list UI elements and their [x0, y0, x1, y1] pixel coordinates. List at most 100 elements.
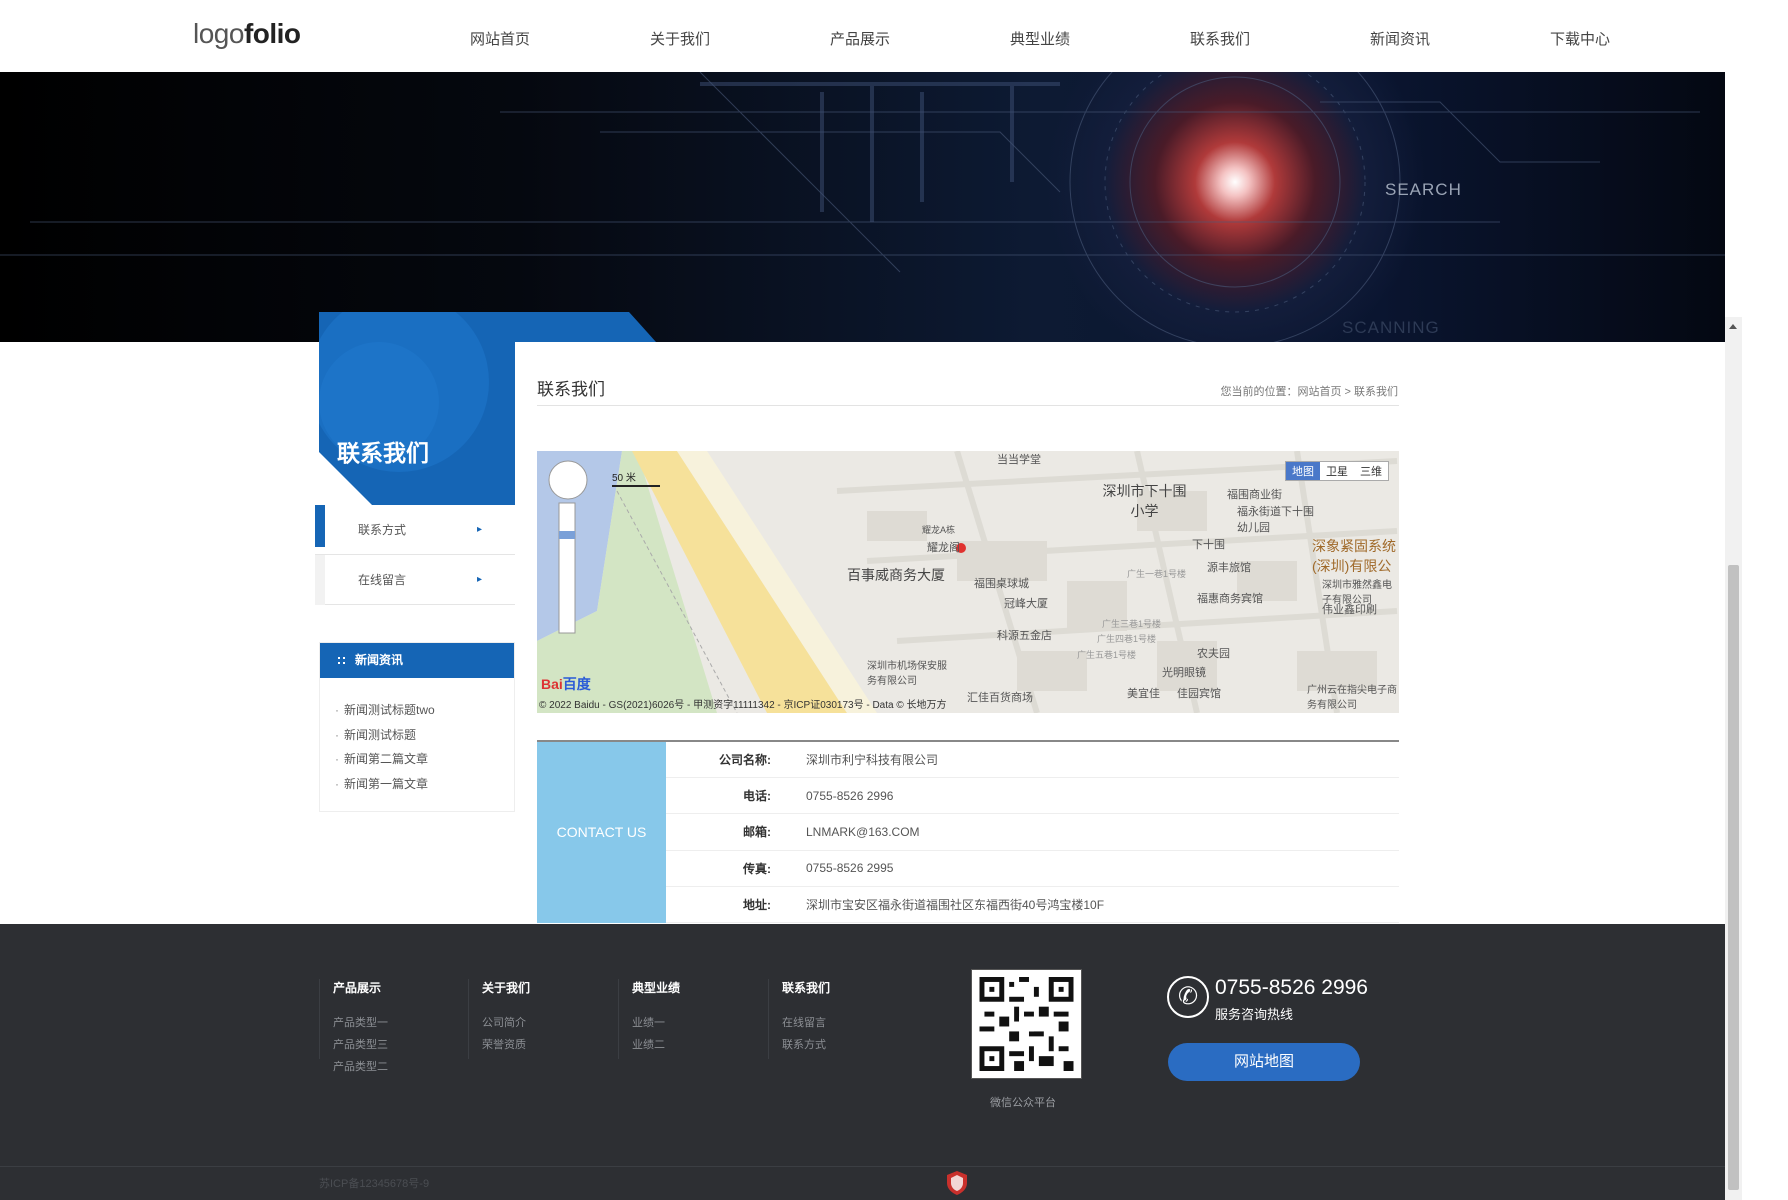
footer-divider — [468, 979, 469, 1059]
sidebar-panel-art — [319, 312, 489, 508]
contact-key: 公司名称: — [719, 753, 771, 768]
footer-col-cases: 典型业绩 业绩一 业绩二 — [632, 979, 680, 1056]
map-label: 广州云在指尖电子商务有限公司 — [1307, 685, 1397, 711]
logo-text-light: logo — [193, 18, 244, 49]
footer-link[interactable]: 产品类型一 — [333, 1012, 388, 1034]
footer-link[interactable]: 产品类型二 — [333, 1056, 388, 1078]
icp-license[interactable]: 苏ICP备12345678号-9 — [319, 1175, 429, 1191]
map-label: 耀龙A栋 — [922, 525, 956, 535]
phone-icon: ✆ — [1167, 976, 1209, 1018]
banner-search-text: SEARCH — [1385, 180, 1462, 199]
site-footer: 产品展示 产品类型一 产品类型三 产品类型二 关于我们 公司简介 荣誉资质 典型… — [0, 924, 1725, 1200]
map-label: 深象紧固系统(深圳)有限公 — [1312, 538, 1396, 574]
scroll-up-icon[interactable] — [1729, 324, 1737, 329]
map-label: 广生五巷1号楼 — [1077, 650, 1137, 660]
map-type-3d[interactable]: 三维 — [1354, 462, 1388, 480]
contact-value: 深圳市宝安区福永街道福围社区东福西街40号鸿宝楼10F — [806, 897, 1105, 912]
map-scale: 50 米 — [612, 473, 636, 484]
news-item[interactable]: 新闻测试标题 — [335, 723, 514, 748]
main-nav: 网站首页 关于我们 产品展示 典型业绩 联系我们 新闻资讯 下载中心 — [438, 0, 1698, 72]
chevron-right-icon: ▸ — [476, 574, 482, 585]
contact-value: 0755-8526 2996 — [806, 788, 894, 803]
active-indicator — [315, 505, 325, 547]
sidebar-title-panel — [319, 312, 515, 508]
baidu-map[interactable]: 50 米 地图 卫星 三维 当当学堂 深圳市下十围小学 福围商业街 福永街道下十… — [537, 451, 1399, 713]
map-label: 深圳市下十围小学 — [1102, 483, 1187, 519]
site-header: logofolio 网站首页 关于我们 产品展示 典型业绩 联系我们 新闻资讯 … — [0, 0, 1725, 72]
map-label: 冠峰大厦 — [1004, 598, 1048, 610]
footer-link[interactable]: 联系方式 — [782, 1034, 830, 1056]
map-label: 广生三巷1号楼 — [1102, 619, 1162, 629]
nav-news[interactable]: 新闻资讯 — [1338, 0, 1518, 72]
nav-download[interactable]: 下载中心 — [1518, 0, 1698, 72]
scrollbar-thumb[interactable] — [1728, 565, 1739, 1190]
sidebar-item-label: 在线留言 — [358, 573, 407, 587]
map-label: 福永街道下十围幼儿园 — [1237, 506, 1314, 534]
nav-about[interactable]: 关于我们 — [618, 0, 798, 72]
footer-link[interactable]: 业绩二 — [632, 1034, 680, 1056]
news-item[interactable]: 新闻第二篇文章 — [335, 747, 514, 772]
footer-col-title[interactable]: 产品展示 — [333, 979, 388, 996]
map-label: 百事威商务大厦 — [847, 567, 945, 583]
contact-row-fax: 传真: 0755-8526 2995 — [666, 851, 1399, 887]
map-type-switcher: 地图 卫星 三维 — [1285, 461, 1389, 481]
sidebar-item-contact-info[interactable]: 联系方式 ▸ — [315, 505, 515, 555]
page-scrollbar[interactable] — [1725, 317, 1742, 1200]
nav-products[interactable]: 产品展示 — [798, 0, 978, 72]
news-box-title: 新闻资讯 — [355, 653, 404, 667]
map-label: 源丰旅馆 — [1207, 562, 1251, 574]
sidebar-item-message[interactable]: 在线留言 ▸ — [315, 555, 515, 605]
footer-col-title[interactable]: 关于我们 — [482, 979, 530, 996]
news-sidebar-box: 新闻资讯 新闻测试标题two 新闻测试标题 新闻第二篇文章 新闻第一篇文章 — [319, 642, 515, 812]
contact-key: 电话: — [743, 789, 771, 804]
footer-link[interactable]: 在线留言 — [782, 1012, 830, 1034]
baidu-logo-cn: 百度 — [562, 676, 591, 692]
item-indicator — [315, 555, 325, 605]
sidebar-title: 联系我们 — [337, 440, 429, 466]
map-type-normal[interactable]: 地图 — [1286, 462, 1320, 480]
map-label: 当当学堂 — [997, 454, 1041, 466]
map-label: 广生一巷1号楼 — [1127, 569, 1187, 579]
nav-home[interactable]: 网站首页 — [438, 0, 618, 72]
news-item[interactable]: 新闻第一篇文章 — [335, 772, 514, 797]
map-label: 科源五金店 — [997, 630, 1052, 642]
map-label: 农夫园 — [1197, 648, 1230, 660]
hotline-label: 服务咨询热线 — [1215, 1007, 1294, 1022]
map-type-satellite[interactable]: 卫星 — [1320, 462, 1354, 480]
footer-divider — [319, 979, 320, 1059]
logo[interactable]: logofolio — [193, 18, 301, 50]
footer-col-contact: 联系我们 在线留言 联系方式 — [782, 979, 830, 1056]
map-label: 下十围 — [1192, 539, 1225, 551]
map-label: 福围桌球城 — [974, 578, 1029, 590]
sitemap-button[interactable]: 网站地图 — [1168, 1043, 1360, 1081]
map-label: 福围商业街 — [1227, 489, 1282, 501]
footer-col-about: 关于我们 公司简介 荣誉资质 — [482, 979, 530, 1056]
shield-icon[interactable] — [946, 1170, 968, 1196]
footer-col-title[interactable]: 联系我们 — [782, 979, 830, 996]
qr-code-icon — [979, 977, 1074, 1071]
footer-link[interactable]: 公司简介 — [482, 1012, 530, 1034]
nav-contact[interactable]: 联系我们 — [1158, 0, 1338, 72]
news-item[interactable]: 新闻测试标题two — [335, 698, 514, 723]
footer-link[interactable]: 业绩一 — [632, 1012, 680, 1034]
map-label: 福惠商务宾馆 — [1197, 593, 1263, 605]
footer-link[interactable]: 产品类型三 — [333, 1034, 388, 1056]
logo-text-bold: folio — [243, 18, 301, 49]
contact-value: 深圳市利宁科技有限公司 — [806, 753, 939, 768]
chevron-right-icon: ▸ — [476, 524, 482, 535]
footer-col-title[interactable]: 典型业绩 — [632, 979, 680, 996]
footer-bottom-divider — [0, 1166, 1725, 1167]
contact-row-address: 地址: 深圳市宝安区福永街道福围社区东福西街40号鸿宝楼10F — [666, 887, 1399, 923]
contact-key: 邮箱: — [743, 825, 771, 840]
map-copyright: © 2022 Baidu - GS(2021)6026号 - 甲测资字11111… — [539, 700, 947, 711]
map-label: 深圳市机场保安服务有限公司 — [867, 661, 947, 687]
page-title: 联系我们 — [537, 380, 605, 399]
map-label: 佳园宾馆 — [1177, 688, 1221, 700]
breadcrumb[interactable]: 您当前的位置：网站首页 > 联系我们 — [1220, 383, 1398, 399]
banner-graphics — [0, 72, 1725, 342]
banner-scanning-text: SCANNING — [1342, 318, 1440, 337]
sidebar-item-label: 联系方式 — [358, 523, 407, 537]
footer-link[interactable]: 荣誉资质 — [482, 1034, 530, 1056]
nav-cases[interactable]: 典型业绩 — [978, 0, 1158, 72]
title-divider — [537, 405, 1399, 406]
